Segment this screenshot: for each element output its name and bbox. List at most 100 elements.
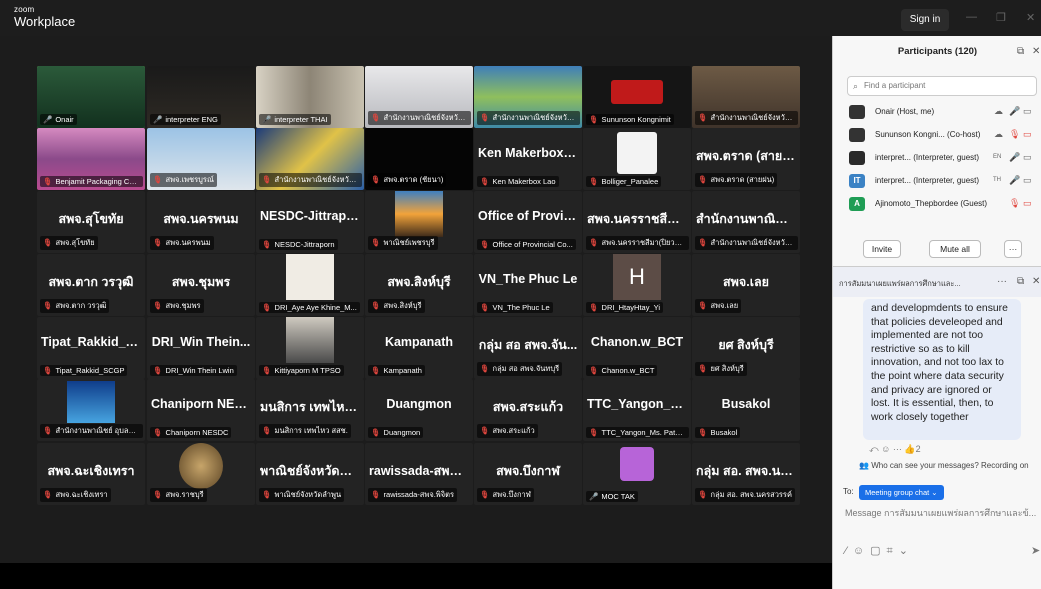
participant-name-label: 🎙 สพจ.ฉะเชิงเทรา	[40, 488, 111, 502]
video-tile[interactable]: Kampanath 🎙 Kampanath	[365, 317, 473, 379]
mic-muted-icon[interactable]: 🎙	[1009, 198, 1020, 209]
mic-muted-icon[interactable]: 🎙	[1009, 129, 1020, 140]
video-tile[interactable]: 🎙สำนักงานพาณิชย์จังหวัดประจวบ...	[256, 128, 364, 190]
thumbs-up-icon[interactable]: 👍	[904, 444, 915, 454]
video-tile[interactable]: กลุ่ม สอ สพจ.จัน... 🎙 กลุ่ม สอ สพจ.จันทบุร…	[474, 317, 582, 379]
participant-name-label: 🎙 Bolliger_Panalee	[586, 176, 662, 187]
participant-row[interactable]: A Ajinomoto_Thepbordee (Guest) 🎙 ▭	[847, 194, 1039, 214]
more-icon[interactable]: ···	[893, 444, 902, 454]
video-tile[interactable]: สพจ.บึงกาฬ 🎙 สพจ.บึงกาฬ	[474, 443, 582, 505]
video-tile[interactable]: 🎙 สพจ.เพชรบูรณ์	[147, 128, 255, 190]
video-off-icon[interactable]: ▭	[1023, 129, 1032, 140]
invite-button[interactable]: Invite	[863, 240, 901, 258]
video-tile[interactable]: Ken Makerbox L... 🎙 Ken Makerbox Lao	[474, 128, 582, 190]
video-tile[interactable]: สพจ.ตราด (สายฝน) 🎙 สพจ.ตราด (สายฝน)	[692, 128, 800, 190]
participant-name: Bolliger_Panalee	[601, 177, 659, 186]
video-tile[interactable]: 🎙 สำนักงานพาณิชย์จังหวัดสุ...	[365, 66, 473, 128]
chat-message-input[interactable]: Message การสัมมนาเผยแพร่ผลการศึกษาและข้.…	[845, 506, 1039, 520]
video-tile[interactable]: Chaniporn NESDC 🎙 Chaniporn NESDC	[147, 379, 255, 441]
video-tile[interactable]: กลุ่ม สอ. สพจ.นค... 🎙 กลุ่ม สอ. สพจ.นครสวร…	[692, 443, 800, 505]
video-tile[interactable]: 🎤 MOC TAK	[583, 443, 691, 505]
video-tile[interactable]: สพจ.เลย 🎙 สพจ.เลย	[692, 254, 800, 316]
video-tile[interactable]: สพจ.ฉะเชิงเทรา 🎙 สพจ.ฉะเชิงเทรา	[37, 443, 145, 505]
participant-display-name: DRI_Win Thein...	[151, 335, 251, 349]
video-tile[interactable]: สพจ.ชุมพร 🎙 สพจ.ชุมพร	[147, 254, 255, 316]
video-tile[interactable]: 🎙 DRI_Aye Aye Khine_M...	[256, 254, 364, 316]
participant-row[interactable]: IT interpret... (Interpreter, guest) TH 🎤 ▭	[847, 171, 1039, 191]
sign-in-button[interactable]: Sign in	[901, 9, 949, 31]
video-tile[interactable]: Busakol 🎙 Busakol	[692, 379, 800, 441]
video-tile[interactable]: สพจ.สระแก้ว 🎙 สพจ.สระแก้ว	[474, 379, 582, 441]
video-tile[interactable]: Tipat_Rakkid_SC... 🎙Tipat_Rakkid_SCGP	[37, 317, 145, 379]
video-tile[interactable]: 🎙 Benjamit Packaging Co., Lt...	[37, 128, 145, 190]
video-icon[interactable]: ▭	[1023, 175, 1032, 186]
participant-name-label: 🎙 สพจ.นครราชสีมา(ปิยวรรณ)	[586, 236, 689, 250]
chat-close-icon[interactable]: ✕	[1032, 276, 1040, 287]
video-tile[interactable]: 🎙 สพจ.ราชบุรี	[147, 443, 255, 505]
minimize-icon[interactable]: —	[966, 11, 977, 23]
video-tile[interactable]: สพจ.สุโขทัย 🎙 สพจ.สุโขทัย	[37, 191, 145, 253]
video-tile[interactable]: 🎤 Onair	[37, 66, 145, 128]
send-icon[interactable]: ➤	[1031, 544, 1040, 557]
video-tile[interactable]: ยศ สิงห์บุรี 🎙 ยศ สิงห์บุรี	[692, 317, 800, 379]
video-tile[interactable]: TTC_Yangon_Ms... 🎙TTC_Yangon_Ms. Patch...	[583, 379, 691, 441]
video-tile[interactable]: สพจ.ตาก วรวุฒิ 🎙 สพจ.ตาก วรวุฒิ	[37, 254, 145, 316]
mic-icon[interactable]: 🎤	[1009, 106, 1020, 117]
reply-icon[interactable]: ⤺	[869, 444, 879, 454]
format-icon[interactable]: ⁄	[845, 545, 853, 557]
emoji-picker-icon[interactable]: ☺	[853, 545, 870, 557]
chevron-down-icon[interactable]: ⌄	[899, 545, 914, 557]
maximize-icon[interactable]: ❐	[996, 11, 1006, 24]
file-icon[interactable]: ▢	[870, 545, 886, 557]
video-tile[interactable]: 🎙 Bolliger_Panalee	[583, 128, 691, 190]
more-options-button[interactable]: ···	[1004, 240, 1022, 258]
video-tile[interactable]: H 🎙 DRI_HtayHtay_Yi	[583, 254, 691, 316]
screenshot-icon[interactable]: ⌗	[886, 545, 898, 557]
participant-row[interactable]: Onair (Host, me) ☁ 🎤 ▭	[847, 102, 1039, 122]
video-tile[interactable]: 🎙 สำนักงานพาณิชย์จังหวัดหน...	[474, 66, 582, 128]
video-tile[interactable]: 🎤 interpreter ENG	[147, 66, 255, 128]
video-tile[interactable]: Duangmon 🎙 Duangmon	[365, 379, 473, 441]
video-tile[interactable]: สพจ.นครพนม 🎙 สพจ.นครพนม	[147, 191, 255, 253]
emoji-icon[interactable]: ☺	[881, 444, 890, 454]
close-icon[interactable]: ✕	[1026, 11, 1035, 24]
video-tile[interactable]: สำนักงานพาณิชย์... 🎙 สำนักงานพาณิชย์จังหวั…	[692, 191, 800, 253]
video-tile[interactable]: Office of Provin... 🎙 Office of Provincial…	[474, 191, 582, 253]
popout-icon[interactable]: ⧉	[1017, 46, 1024, 57]
video-tile[interactable]: DRI_Win Thein... 🎙 DRI_Win Thein Lwin	[147, 317, 255, 379]
participant-search-input[interactable]: ⌕ Find a participant	[847, 76, 1037, 96]
video-tile[interactable]: 🎙 Sununson Kongnimit	[583, 66, 691, 128]
recipient-dropdown[interactable]: Meeting group chat ⌄	[859, 485, 944, 500]
mic-icon[interactable]: 🎤	[1009, 175, 1020, 186]
panel-close-icon[interactable]: ✕	[1032, 46, 1040, 57]
video-tile[interactable]: rawissada-สพจ.... 🎙 rawissada-สพจ.พิจิตร	[365, 443, 473, 505]
video-tile[interactable]: 🎙 สำนักงานพาณิชย์จังหวัดสุ...	[692, 66, 800, 128]
video-tile[interactable]: 🎤 interpreter THAI	[256, 66, 364, 128]
who-can-see-link[interactable]: 👥 Who can see your messages? Recording o…	[859, 461, 1029, 470]
chat-popout-icon[interactable]: ⧉	[1017, 276, 1024, 287]
mute-all-button[interactable]: Mute all	[929, 240, 981, 258]
video-icon[interactable]: ▭	[1023, 106, 1032, 117]
participant-row[interactable]: interpret... (Interpreter, guest) EN 🎤 ▭	[847, 148, 1039, 168]
video-feed	[286, 317, 334, 363]
search-icon: ⌕	[853, 81, 859, 91]
video-tile[interactable]: สพจ.สิงห์บุรี 🎙 สพจ.สิงห์บุรี	[365, 254, 473, 316]
video-tile[interactable]: 🎙 สพจ.ตราด (ชัยนา)	[365, 128, 473, 190]
mic-muted-icon: 🎙	[43, 238, 53, 247]
video-off-icon[interactable]: ▭	[1023, 198, 1032, 209]
video-tile[interactable]: สพจ.นครราชสีมา... 🎙 สพจ.นครราชสีมา(ปิยวรรณ…	[583, 191, 691, 253]
video-tile[interactable]: มนสิการ เทพไหว... 🎙 มนสิการ เทพไหว สสช.	[256, 379, 364, 441]
video-tile[interactable]: NESDC-Jittraporn 🎙 NESDC-Jittraporn	[256, 191, 364, 253]
video-feed: H	[613, 254, 661, 300]
video-tile[interactable]: 🎙สำนักงานพาณิชย์ อุบลราชธานี	[37, 379, 145, 441]
mic-icon[interactable]: 🎤	[1009, 152, 1020, 163]
message-reactions[interactable]: ⤺ ☺ ··· 👍2	[869, 444, 921, 455]
video-tile[interactable]: พาณิชย์จังหวัดลำ... 🎙 พาณิชย์จังหวัดลำพูน	[256, 443, 364, 505]
video-tile[interactable]: VN_The Phuc Le 🎙 VN_The Phuc Le	[474, 254, 582, 316]
participant-row[interactable]: Sununson Kongni... (Co-host) ☁ 🎙 ▭	[847, 125, 1039, 145]
video-tile[interactable]: Chanon.w_BCT 🎙 Chanon.w_BCT	[583, 317, 691, 379]
video-tile[interactable]: 🎙 พาณิชย์เพชรบุรี	[365, 191, 473, 253]
video-tile[interactable]: 🎙 Kittiyaporn M TPSO	[256, 317, 364, 379]
chat-more-icon[interactable]: ···	[997, 276, 1007, 287]
video-icon[interactable]: ▭	[1023, 152, 1032, 163]
